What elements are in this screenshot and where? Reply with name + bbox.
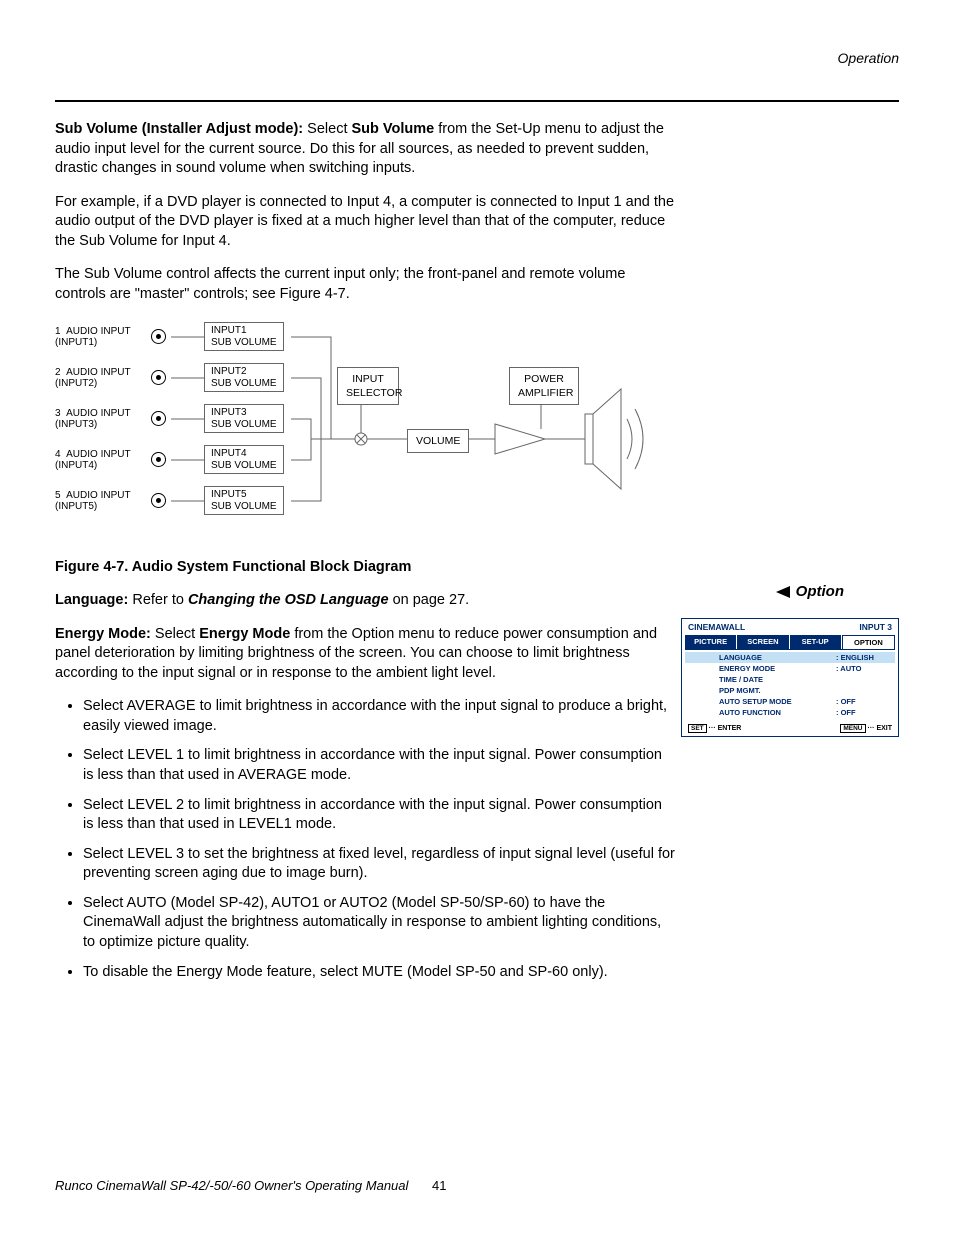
subvolume-box: INPUT1SUB VOLUME	[204, 322, 284, 351]
osd-title-text: CINEMAWALL	[688, 622, 745, 632]
osd-row-language[interactable]: LANGUAGE: ENGLISH	[685, 652, 895, 663]
page-number: 41	[432, 1178, 446, 1193]
osd-footer: SET··· ENTER MENU··· EXIT	[682, 723, 898, 736]
audio-input-4: 4 AUDIO INPUT(INPUT4) INPUT4SUB VOLUME	[55, 442, 284, 478]
arrow-left-icon	[776, 586, 790, 598]
list-item: Select LEVEL 2 to limit brightness in ac…	[83, 796, 675, 835]
osd-tab-picture[interactable]: PICTURE	[685, 635, 736, 649]
osd-tab-option[interactable]: OPTION	[842, 635, 895, 649]
subvolume-heading: Sub Volume (Installer Adjust mode):	[55, 121, 307, 137]
osd-input-label: INPUT 3	[859, 622, 892, 632]
text: Select	[155, 626, 199, 642]
xref: Changing the OSD Language	[188, 592, 389, 608]
energy-mode-list: Select AVERAGE to limit brightness in ac…	[83, 697, 675, 982]
footer-title: Runco CinemaWall SP-42/-50/-60 Owner's O…	[55, 1178, 408, 1193]
jack-icon	[151, 452, 166, 467]
list-item: Select AVERAGE to limit brightness in ac…	[83, 697, 675, 736]
osd-foot-enter: SET··· ENTER	[688, 725, 741, 732]
figure-caption: Figure 4-7. Audio System Functional Bloc…	[55, 558, 675, 578]
jack-icon	[151, 370, 166, 385]
text: Refer to	[132, 592, 188, 608]
audio-input-1: 1 AUDIO INPUT(INPUT1) INPUT1SUB VOLUME	[55, 319, 284, 355]
section-header: Operation	[838, 50, 899, 66]
osd-tab-setup[interactable]: SET-UP	[790, 635, 841, 649]
header-rule	[55, 100, 899, 102]
osd-body: LANGUAGE: ENGLISH ENERGY MODE: AUTO TIME…	[685, 649, 895, 720]
audio-label: 1 AUDIO INPUT(INPUT1)	[55, 326, 143, 348]
audio-input-2: 2 AUDIO INPUT(INPUT2) INPUT2SUB VOLUME	[55, 360, 284, 396]
list-item: Select LEVEL 1 to limit brightness in ac…	[83, 746, 675, 785]
list-item: Select LEVEL 3 to set the brightness at …	[83, 845, 675, 884]
subvolume-box: INPUT5SUB VOLUME	[204, 486, 284, 515]
osd-row-autofunc[interactable]: AUTO FUNCTION: OFF	[685, 707, 895, 718]
audio-label: 2 AUDIO INPUT(INPUT2)	[55, 367, 143, 389]
audio-label: 4 AUDIO INPUT(INPUT4)	[55, 449, 143, 471]
subvolume-box: INPUT4SUB VOLUME	[204, 445, 284, 474]
audio-label: 5 AUDIO INPUT(INPUT5)	[55, 490, 143, 512]
osd-menu: CINEMAWALL INPUT 3 PICTURE SCREEN SET-UP…	[681, 618, 899, 737]
volume-block: VOLUME	[407, 429, 469, 453]
osd-foot-exit: MENU··· EXIT	[840, 725, 892, 732]
osd-row-energy[interactable]: ENERGY MODE: AUTO	[685, 663, 895, 674]
input-selector-block: INPUT SELECTOR	[337, 367, 399, 405]
paragraph-energy: Energy Mode: Select Energy Mode from the…	[55, 625, 675, 684]
jack-icon	[151, 493, 166, 508]
audio-label: 3 AUDIO INPUT(INPUT3)	[55, 408, 143, 430]
paragraph-example: For example, if a DVD player is connecte…	[55, 193, 675, 252]
paragraph-subvolume: Sub Volume (Installer Adjust mode): Sele…	[55, 120, 675, 179]
jack-icon	[151, 329, 166, 344]
energy-heading: Energy Mode:	[55, 626, 155, 642]
osd-row-timedate[interactable]: TIME / DATE	[685, 674, 895, 685]
paragraph-language: Language: Refer to Changing the OSD Lang…	[55, 591, 675, 611]
page-footer: Runco CinemaWall SP-42/-50/-60 Owner's O…	[55, 1178, 447, 1193]
paragraph-note: The Sub Volume control affects the curre…	[55, 265, 675, 304]
osd-tab-screen[interactable]: SCREEN	[737, 635, 788, 649]
sidebar-option-heading: Option	[776, 583, 844, 600]
text: on page 27.	[389, 592, 470, 608]
jack-icon	[151, 411, 166, 426]
osd-tabs: PICTURE SCREEN SET-UP OPTION	[682, 635, 898, 649]
text: Select	[307, 121, 351, 137]
osd-row-pdp[interactable]: PDP MGMT.	[685, 685, 895, 696]
osd-titlebar: CINEMAWALL INPUT 3	[682, 619, 898, 635]
subvolume-box: INPUT3SUB VOLUME	[204, 404, 284, 433]
audio-input-3: 3 AUDIO INPUT(INPUT3) INPUT3SUB VOLUME	[55, 401, 284, 437]
power-amp-block: POWER AMPLIFIER	[509, 367, 579, 405]
text-bold: Sub Volume	[352, 121, 435, 137]
subvolume-box: INPUT2SUB VOLUME	[204, 363, 284, 392]
osd-row-autosetup[interactable]: AUTO SETUP MODE: OFF	[685, 696, 895, 707]
language-heading: Language:	[55, 592, 132, 608]
audio-block-diagram: 1 AUDIO INPUT(INPUT1) INPUT1SUB VOLUME 2…	[55, 319, 675, 544]
sidebar-label: Option	[796, 583, 844, 600]
main-content: Sub Volume (Installer Adjust mode): Sele…	[55, 120, 675, 996]
text-bold: Energy Mode	[199, 626, 290, 642]
list-item: Select AUTO (Model SP-42), AUTO1 or AUTO…	[83, 894, 675, 953]
audio-input-5: 5 AUDIO INPUT(INPUT5) INPUT5SUB VOLUME	[55, 483, 284, 519]
list-item: To disable the Energy Mode feature, sele…	[83, 963, 675, 983]
